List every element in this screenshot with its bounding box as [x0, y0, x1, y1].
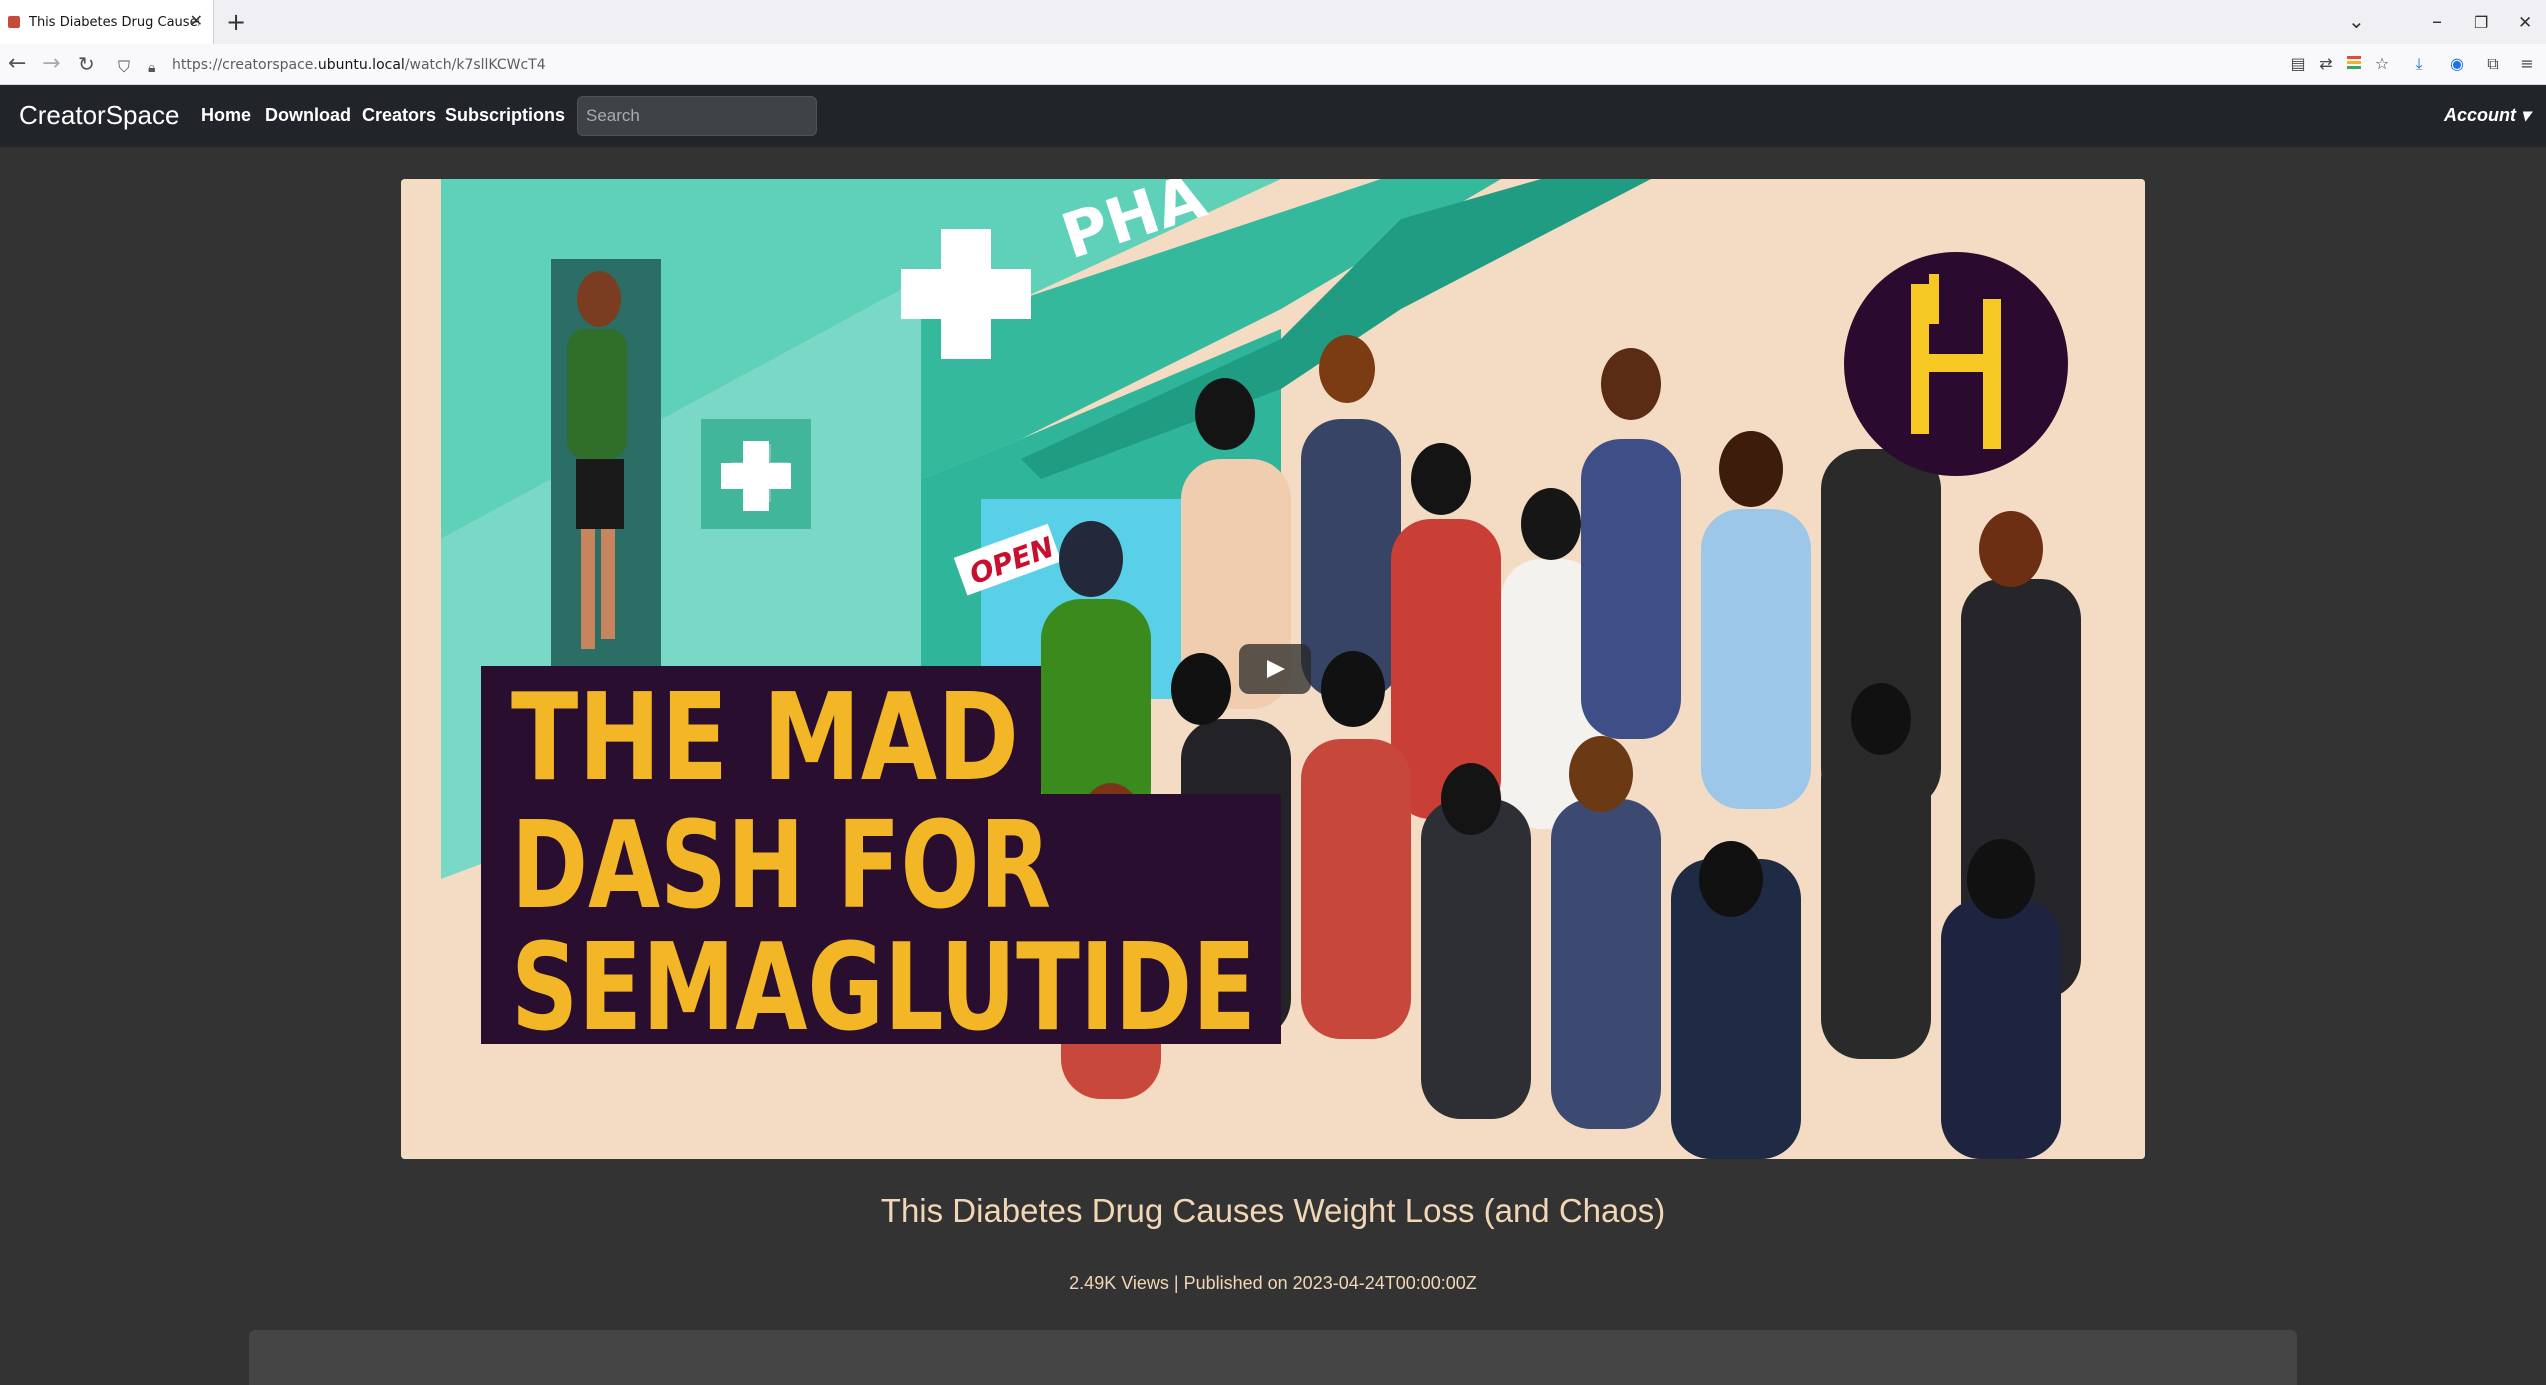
back-icon[interactable]: ← — [8, 50, 26, 78]
view-count: 2.49K Views — [1069, 1273, 1169, 1293]
publish-date: Published on 2023-04-24T00:00:00Z — [1183, 1273, 1477, 1293]
url-prefix: https://creatorspace. — [172, 57, 318, 73]
forward-icon[interactable]: → — [42, 50, 60, 78]
lock-icon[interactable]: 🔒︎ — [148, 54, 155, 82]
account-circle-icon[interactable]: ◉ — [2447, 54, 2467, 74]
extension-color-icon[interactable] — [2344, 54, 2364, 74]
account-menu[interactable]: Account ▾ — [2444, 105, 2530, 126]
address-bar[interactable]: https://creatorspace.ubuntu.local/watch/… — [172, 57, 546, 73]
video-player[interactable]: PHA OPEN THE MAD DASH FOR SEMAGLUTIDE — [401, 179, 2145, 1159]
translate-icon[interactable]: ⇄ — [2316, 54, 2336, 74]
minimize-button[interactable]: – — [2432, 9, 2442, 33]
restore-button[interactable]: ❐ — [2474, 11, 2488, 35]
video-meta: 2.49K Views | Published on 2023-04-24T00… — [0, 1273, 2546, 1294]
extensions-icon[interactable]: ⧉ — [2483, 54, 2503, 74]
video-title: This Diabetes Drug Causes Weight Loss (a… — [880, 1192, 1666, 1229]
thumbnail-line-3: SEMAGLUTIDE — [511, 919, 1256, 1058]
favicon-icon — [8, 16, 20, 28]
tab-list-icon[interactable]: ⌄ — [2348, 9, 2365, 33]
url-path: /watch/k7sllKCWcT4 — [404, 57, 546, 73]
nav-home[interactable]: Home — [201, 105, 251, 126]
download-icon[interactable]: ⤓ — [2409, 54, 2429, 74]
play-button[interactable] — [1239, 644, 1311, 694]
description-panel — [249, 1330, 2297, 1385]
search-input[interactable] — [577, 96, 817, 136]
nav-subscriptions[interactable]: Subscriptions — [445, 105, 565, 126]
nav-creators[interactable]: Creators — [362, 105, 436, 126]
star-icon[interactable]: ☆ — [2372, 54, 2392, 74]
nav-download[interactable]: Download — [265, 105, 351, 126]
browser-tab-bar: This Diabetes Drug Causes Weig ✕ + ⌄ – ❐… — [0, 0, 2546, 44]
meta-separator: | — [1168, 1273, 1184, 1293]
close-window-button[interactable]: ✕ — [2518, 11, 2532, 35]
tab-title: This Diabetes Drug Causes Weig — [29, 14, 199, 30]
site-header: CreatorSpace Home Download Creators Subs… — [0, 85, 2546, 147]
reload-icon[interactable]: ↻ — [78, 50, 95, 78]
thumbnail-line-1: THE MAD — [511, 669, 1019, 808]
new-tab-button[interactable]: + — [226, 8, 246, 36]
url-host: ubuntu.local — [317, 57, 405, 73]
shield-icon[interactable]: ⛉ — [118, 53, 130, 81]
tab-close-icon[interactable]: ✕ — [190, 12, 203, 30]
thumbnail-line-2: DASH FOR — [511, 797, 1051, 936]
brand-logo[interactable]: CreatorSpace — [19, 100, 179, 131]
menu-icon[interactable]: ≡ — [2517, 54, 2537, 74]
browser-nav-bar: ← → ↻ ⛉ 🔒︎ https://creatorspace.ubuntu.l… — [0, 44, 2546, 85]
browser-tab[interactable]: This Diabetes Drug Causes Weig ✕ — [0, 0, 214, 44]
reader-icon[interactable]: ▤ — [2288, 54, 2308, 74]
